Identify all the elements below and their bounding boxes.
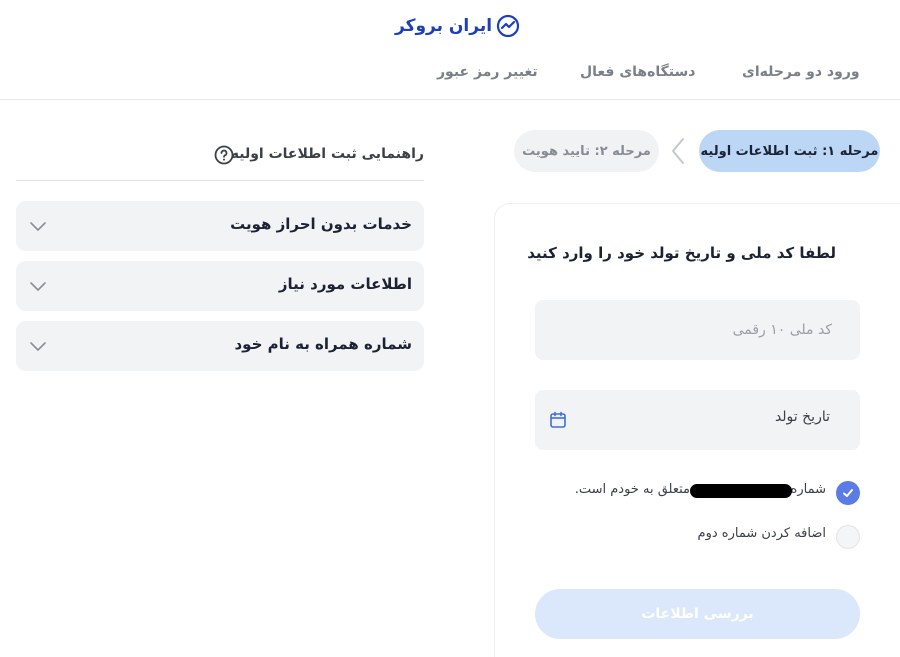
national-id-input[interactable] bbox=[535, 300, 860, 360]
accordion-label: شماره همراه به نام خود bbox=[234, 335, 412, 353]
accordion-own-mobile-number[interactable]: شماره همراه به نام خود bbox=[16, 321, 424, 371]
step-1-basic-info: مرحله ۱: ثبت اطلاعات اولیه bbox=[699, 130, 880, 172]
own-number-checkbox[interactable] bbox=[836, 481, 860, 505]
own-number-label-suffix: متعلق به خودم است. bbox=[574, 482, 690, 497]
accordion-services-without-verification[interactable]: خدمات بدون احراز هویت bbox=[16, 201, 424, 251]
help-circle-icon bbox=[214, 145, 234, 165]
calendar-icon[interactable] bbox=[549, 411, 567, 429]
accordion-required-info[interactable]: اطلاعات مورد نیاز bbox=[16, 261, 424, 311]
ibroker-logo-icon bbox=[496, 14, 520, 38]
accordion-label: اطلاعات مورد نیاز bbox=[278, 275, 412, 293]
guide-divider bbox=[16, 180, 424, 181]
check-icon bbox=[843, 489, 853, 497]
accordion-label: خدمات بدون احراز هویت bbox=[230, 215, 412, 233]
chevron-left-icon bbox=[672, 138, 684, 164]
tab-change-password[interactable]: تغییر رمز عبور bbox=[437, 64, 538, 80]
step-2-identity-verification: مرحله ۲: تایید هویت bbox=[514, 130, 659, 172]
redacted-phone-number bbox=[690, 484, 792, 498]
brand-name: ایران بروکر bbox=[395, 16, 493, 36]
tab-active-devices[interactable]: دستگاه‌های فعال bbox=[580, 64, 695, 80]
chevron-down-icon bbox=[30, 222, 46, 231]
own-number-label-prefix: شماره bbox=[790, 482, 826, 497]
form-title: لطفا کد ملی و تاریخ تولد خود را وارد کنی… bbox=[527, 244, 836, 262]
birth-date-label: تاریخ تولد bbox=[774, 409, 830, 425]
guide-title: راهنمایی ثبت اطلاعات اولیه bbox=[230, 146, 424, 162]
chevron-down-icon bbox=[30, 342, 46, 351]
second-number-checkbox[interactable] bbox=[836, 525, 860, 549]
nav-divider bbox=[0, 99, 900, 100]
chevron-down-icon bbox=[30, 282, 46, 291]
tab-two-step-login[interactable]: ورود دو مرحله‌ای bbox=[742, 64, 860, 80]
second-number-label: اضافه کردن شماره دوم bbox=[697, 526, 826, 541]
brand-logo[interactable]: ایران بروکر bbox=[395, 12, 520, 40]
check-info-button[interactable]: بررسی اطلاعات bbox=[535, 589, 860, 639]
